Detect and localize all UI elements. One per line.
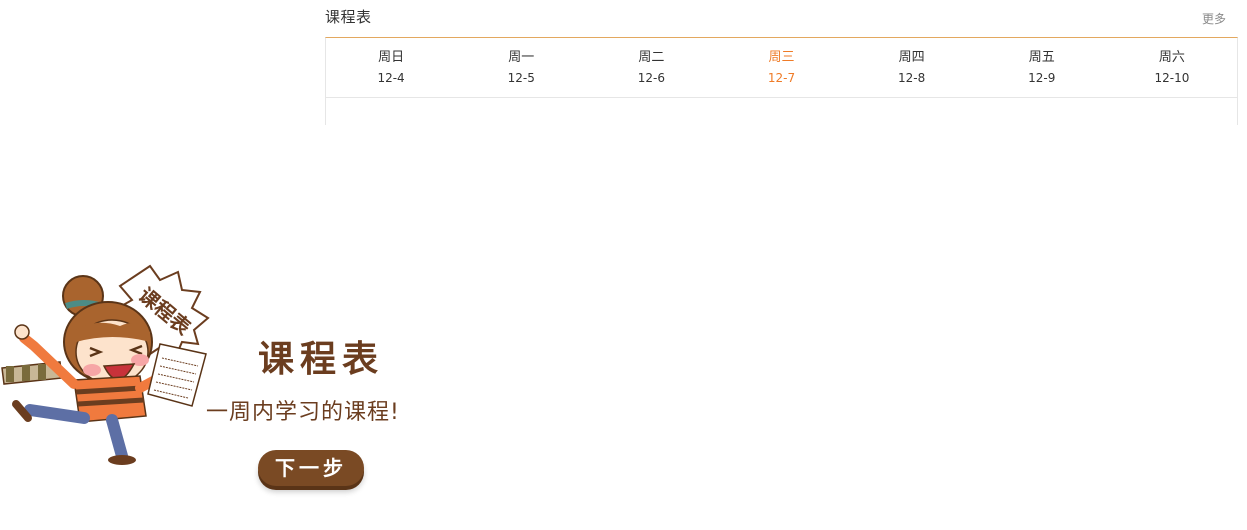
day-tab-mon[interactable]: 周一 12-5: [456, 38, 586, 97]
day-date: 12-9: [1028, 71, 1056, 85]
intro-subtitle: 一周内学习的课程!: [206, 400, 400, 425]
day-weekday: 周六: [1158, 50, 1185, 65]
day-weekday: 周五: [1028, 50, 1055, 65]
schedule-title: 课程表: [325, 8, 372, 26]
day-date: 12-8: [898, 71, 926, 85]
page: 课程表 更多 周日 12-4 周一 12-5 周二 12-6 周三 12-7 周…: [0, 0, 1247, 530]
intro-title: 课程表: [258, 339, 385, 380]
schedule-panel: 课程表 更多 周日 12-4 周一 12-5 周二 12-6 周三 12-7 周…: [325, 0, 1238, 125]
day-weekday: 周日: [378, 50, 405, 65]
day-tab-wed[interactable]: 周三 12-7: [716, 38, 846, 97]
day-tab-fri[interactable]: 周五 12-9: [977, 38, 1107, 97]
day-tab-tue[interactable]: 周二 12-6: [586, 38, 716, 97]
day-weekday: 周三: [768, 50, 795, 65]
day-tab-sun[interactable]: 周日 12-4: [326, 38, 456, 97]
day-weekday: 周四: [898, 50, 925, 65]
next-step-button[interactable]: 下一步: [258, 450, 364, 486]
day-date: 12-6: [637, 71, 665, 85]
day-weekday: 周二: [638, 50, 665, 65]
day-date: 12-7: [767, 71, 796, 85]
day-tab-thu[interactable]: 周四 12-8: [847, 38, 977, 97]
day-date: 12-5: [507, 71, 535, 85]
more-link[interactable]: 更多: [1202, 10, 1226, 27]
day-weekday: 周一: [508, 50, 535, 65]
schedule-body: 周日 12-4 周一 12-5 周二 12-6 周三 12-7 周四 12-8 …: [325, 37, 1238, 125]
paper-sheet: [147, 343, 207, 407]
day-date: 12-10: [1154, 71, 1190, 85]
day-date: 12-4: [377, 71, 405, 85]
weekday-tabs: 周日 12-4 周一 12-5 周二 12-6 周三 12-7 周四 12-8 …: [326, 38, 1237, 98]
day-tab-sat[interactable]: 周六 12-10: [1107, 38, 1237, 97]
